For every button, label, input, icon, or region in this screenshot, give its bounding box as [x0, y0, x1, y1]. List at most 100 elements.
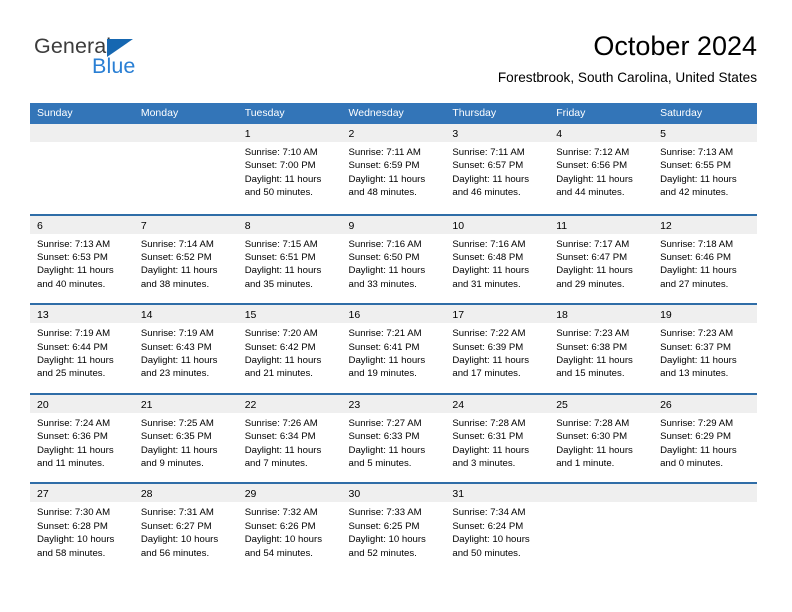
daylight-text-line1: Daylight: 11 hours: [140, 444, 218, 456]
day-cell[interactable]: 12 Sunrise: 7:18 AM Sunset: 6:46 PM Dayl…: [653, 215, 757, 304]
day-number-band: 10: [445, 215, 550, 234]
day-cell[interactable]: 9 Sunrise: 7:16 AM Sunset: 6:50 PM Dayli…: [341, 215, 446, 304]
day-number-band: 29: [237, 484, 342, 503]
day-number-band: [30, 124, 134, 142]
day-cell[interactable]: [133, 124, 238, 214]
day-details: Sunrise: 7:16 AM Sunset: 6:48 PM Dayligh…: [445, 234, 549, 292]
day-cell[interactable]: 3 Sunrise: 7:11 AM Sunset: 6:57 PM Dayli…: [445, 124, 550, 214]
day-cell[interactable]: 8 Sunrise: 7:15 AM Sunset: 6:51 PM Dayli…: [237, 215, 342, 304]
day-number-band: 27: [30, 484, 134, 503]
day-cell[interactable]: [30, 124, 134, 214]
sunset-text: Sunset: 6:28 PM: [37, 520, 108, 532]
daylight-text-line2: and 38 minutes.: [140, 278, 210, 290]
sunrise-text: Sunrise: 7:27 AM: [348, 417, 422, 429]
day-cell[interactable]: 22 Sunrise: 7:26 AM Sunset: 6:34 PM Dayl…: [237, 394, 342, 483]
daylight-text-line1: Daylight: 11 hours: [348, 444, 426, 456]
daylight-text-line1: Daylight: 11 hours: [244, 265, 322, 277]
daylight-text-line2: and 1 minute.: [556, 458, 615, 469]
day-details: Sunrise: 7:25 AM Sunset: 6:35 PM Dayligh…: [134, 413, 238, 471]
day-cell[interactable]: 14 Sunrise: 7:19 AM Sunset: 6:43 PM Dayl…: [133, 305, 238, 393]
sunset-text: Sunset: 6:59 PM: [348, 160, 420, 172]
day-cell[interactable]: 24 Sunrise: 7:28 AM Sunset: 6:31 PM Dayl…: [445, 394, 550, 483]
sunset-text: Sunset: 6:46 PM: [660, 252, 731, 263]
day-details: Sunrise: 7:11 AM Sunset: 6:59 PM Dayligh…: [342, 142, 446, 200]
day-number: 5: [660, 128, 666, 140]
day-details: Sunrise: 7:33 AM Sunset: 6:25 PM Dayligh…: [342, 502, 446, 560]
day-cell[interactable]: 2 Sunrise: 7:11 AM Sunset: 6:59 PM Dayli…: [341, 124, 446, 214]
day-number: 31: [452, 488, 465, 501]
day-cell[interactable]: 28 Sunrise: 7:31 AM Sunset: 6:27 PM Dayl…: [133, 484, 238, 572]
daylight-text-line2: and 42 minutes.: [660, 187, 729, 199]
day-number: 16: [348, 309, 361, 322]
day-cell[interactable]: 11 Sunrise: 7:17 AM Sunset: 6:47 PM Dayl…: [549, 215, 654, 304]
day-cell[interactable]: 5 Sunrise: 7:13 AM Sunset: 6:55 PM Dayli…: [653, 124, 757, 214]
sunset-text: Sunset: 6:34 PM: [244, 431, 316, 443]
day-number: [134, 128, 141, 140]
day-number: 2: [348, 128, 355, 140]
day-cell[interactable]: 1 Sunrise: 7:10 AM Sunset: 7:00 PM Dayli…: [237, 124, 342, 214]
daylight-text-line1: Daylight: 11 hours: [140, 355, 218, 366]
day-cell[interactable]: 16 Sunrise: 7:21 AM Sunset: 6:41 PM Dayl…: [341, 305, 446, 393]
sunset-text: Sunset: 6:57 PM: [452, 160, 524, 172]
daylight-text-line2: and 31 minutes.: [452, 278, 521, 290]
day-number: 29: [244, 488, 257, 501]
sunrise-text: Sunrise: 7:22 AM: [452, 328, 526, 340]
calendar-grid: Sunday Monday Tuesday Wednesday Thursday…: [30, 103, 757, 572]
daylight-text-line2: and 35 minutes.: [244, 278, 313, 290]
sunset-text: Sunset: 6:42 PM: [244, 341, 316, 353]
daylight-text-line1: Daylight: 11 hours: [452, 355, 529, 366]
sunset-text: Sunset: 6:26 PM: [244, 520, 316, 532]
day-cell[interactable]: 19 Sunrise: 7:23 AM Sunset: 6:37 PM Dayl…: [653, 305, 757, 393]
week-row: 27 Sunrise: 7:30 AM Sunset: 6:28 PM Dayl…: [30, 482, 757, 572]
day-cell[interactable]: 17 Sunrise: 7:22 AM Sunset: 6:39 PM Dayl…: [445, 305, 550, 393]
sunrise-text: Sunrise: 7:31 AM: [140, 507, 214, 519]
day-cell[interactable]: 29 Sunrise: 7:32 AM Sunset: 6:26 PM Dayl…: [237, 484, 342, 572]
sunrise-text: Sunrise: 7:13 AM: [37, 238, 111, 250]
day-cell[interactable]: 20 Sunrise: 7:24 AM Sunset: 6:36 PM Dayl…: [30, 394, 134, 483]
day-number-band: 2: [341, 124, 446, 142]
general-blue-logo[interactable]: General Blue: [34, 34, 234, 84]
day-details: Sunrise: 7:20 AM Sunset: 6:42 PM Dayligh…: [238, 323, 342, 381]
day-cell[interactable]: 26 Sunrise: 7:29 AM Sunset: 6:29 PM Dayl…: [653, 394, 757, 483]
sunset-text: Sunset: 6:27 PM: [140, 520, 212, 532]
title-block: October 2024 Forestbrook, South Carolina…: [498, 30, 757, 88]
day-number-band: 8: [237, 215, 342, 234]
daylight-text-line2: and 44 minutes.: [556, 187, 625, 199]
day-number: 8: [244, 219, 251, 232]
day-number: [30, 128, 37, 140]
day-cell[interactable]: 6 Sunrise: 7:13 AM Sunset: 6:53 PM Dayli…: [30, 215, 134, 304]
day-details: [653, 502, 757, 506]
day-number-band: 11: [549, 215, 654, 234]
day-cell[interactable]: [549, 484, 654, 572]
day-number: 24: [452, 398, 465, 411]
sunrise-text: Sunrise: 7:19 AM: [37, 328, 111, 340]
sunset-text: Sunset: 6:31 PM: [452, 431, 524, 443]
sunrise-text: Sunrise: 7:11 AM: [348, 147, 421, 158]
week-row: 20 Sunrise: 7:24 AM Sunset: 6:36 PM Dayl…: [30, 392, 757, 483]
day-details: Sunrise: 7:17 AM Sunset: 6:47 PM Dayligh…: [549, 234, 653, 292]
day-cell[interactable]: 15 Sunrise: 7:20 AM Sunset: 6:42 PM Dayl…: [237, 305, 342, 393]
day-cell[interactable]: 25 Sunrise: 7:28 AM Sunset: 6:30 PM Dayl…: [549, 394, 654, 483]
weekday-header-wednesday: Wednesday: [348, 107, 404, 119]
day-details: Sunrise: 7:30 AM Sunset: 6:28 PM Dayligh…: [30, 502, 134, 560]
logo-text-blue: Blue: [92, 54, 136, 78]
day-cell[interactable]: 30 Sunrise: 7:33 AM Sunset: 6:25 PM Dayl…: [341, 484, 446, 572]
day-number: 27: [37, 488, 49, 501]
daylight-text-line1: Daylight: 11 hours: [244, 173, 322, 185]
day-cell[interactable]: 10 Sunrise: 7:16 AM Sunset: 6:48 PM Dayl…: [445, 215, 550, 304]
day-cell[interactable]: 21 Sunrise: 7:25 AM Sunset: 6:35 PM Dayl…: [133, 394, 238, 483]
day-cell[interactable]: 4 Sunrise: 7:12 AM Sunset: 6:56 PM Dayli…: [549, 124, 654, 214]
day-cell[interactable]: 27 Sunrise: 7:30 AM Sunset: 6:28 PM Dayl…: [30, 484, 134, 572]
day-number-band: 24: [445, 394, 550, 413]
day-number: 26: [660, 398, 672, 411]
sunset-text: Sunset: 6:36 PM: [37, 431, 108, 443]
daylight-text-line1: Daylight: 10 hours: [140, 534, 219, 546]
day-cell[interactable]: 13 Sunrise: 7:19 AM Sunset: 6:44 PM Dayl…: [30, 305, 134, 393]
day-cell[interactable]: 18 Sunrise: 7:23 AM Sunset: 6:38 PM Dayl…: [549, 305, 654, 393]
weekday-header-saturday: Saturday: [660, 107, 703, 119]
day-cell[interactable]: 23 Sunrise: 7:27 AM Sunset: 6:33 PM Dayl…: [341, 394, 446, 483]
day-cell[interactable]: 7 Sunrise: 7:14 AM Sunset: 6:52 PM Dayli…: [133, 215, 238, 304]
day-cell[interactable]: [653, 484, 757, 572]
daylight-text-line2: and 11 minutes.: [37, 458, 105, 469]
day-cell[interactable]: 31 Sunrise: 7:34 AM Sunset: 6:24 PM Dayl…: [445, 484, 550, 572]
